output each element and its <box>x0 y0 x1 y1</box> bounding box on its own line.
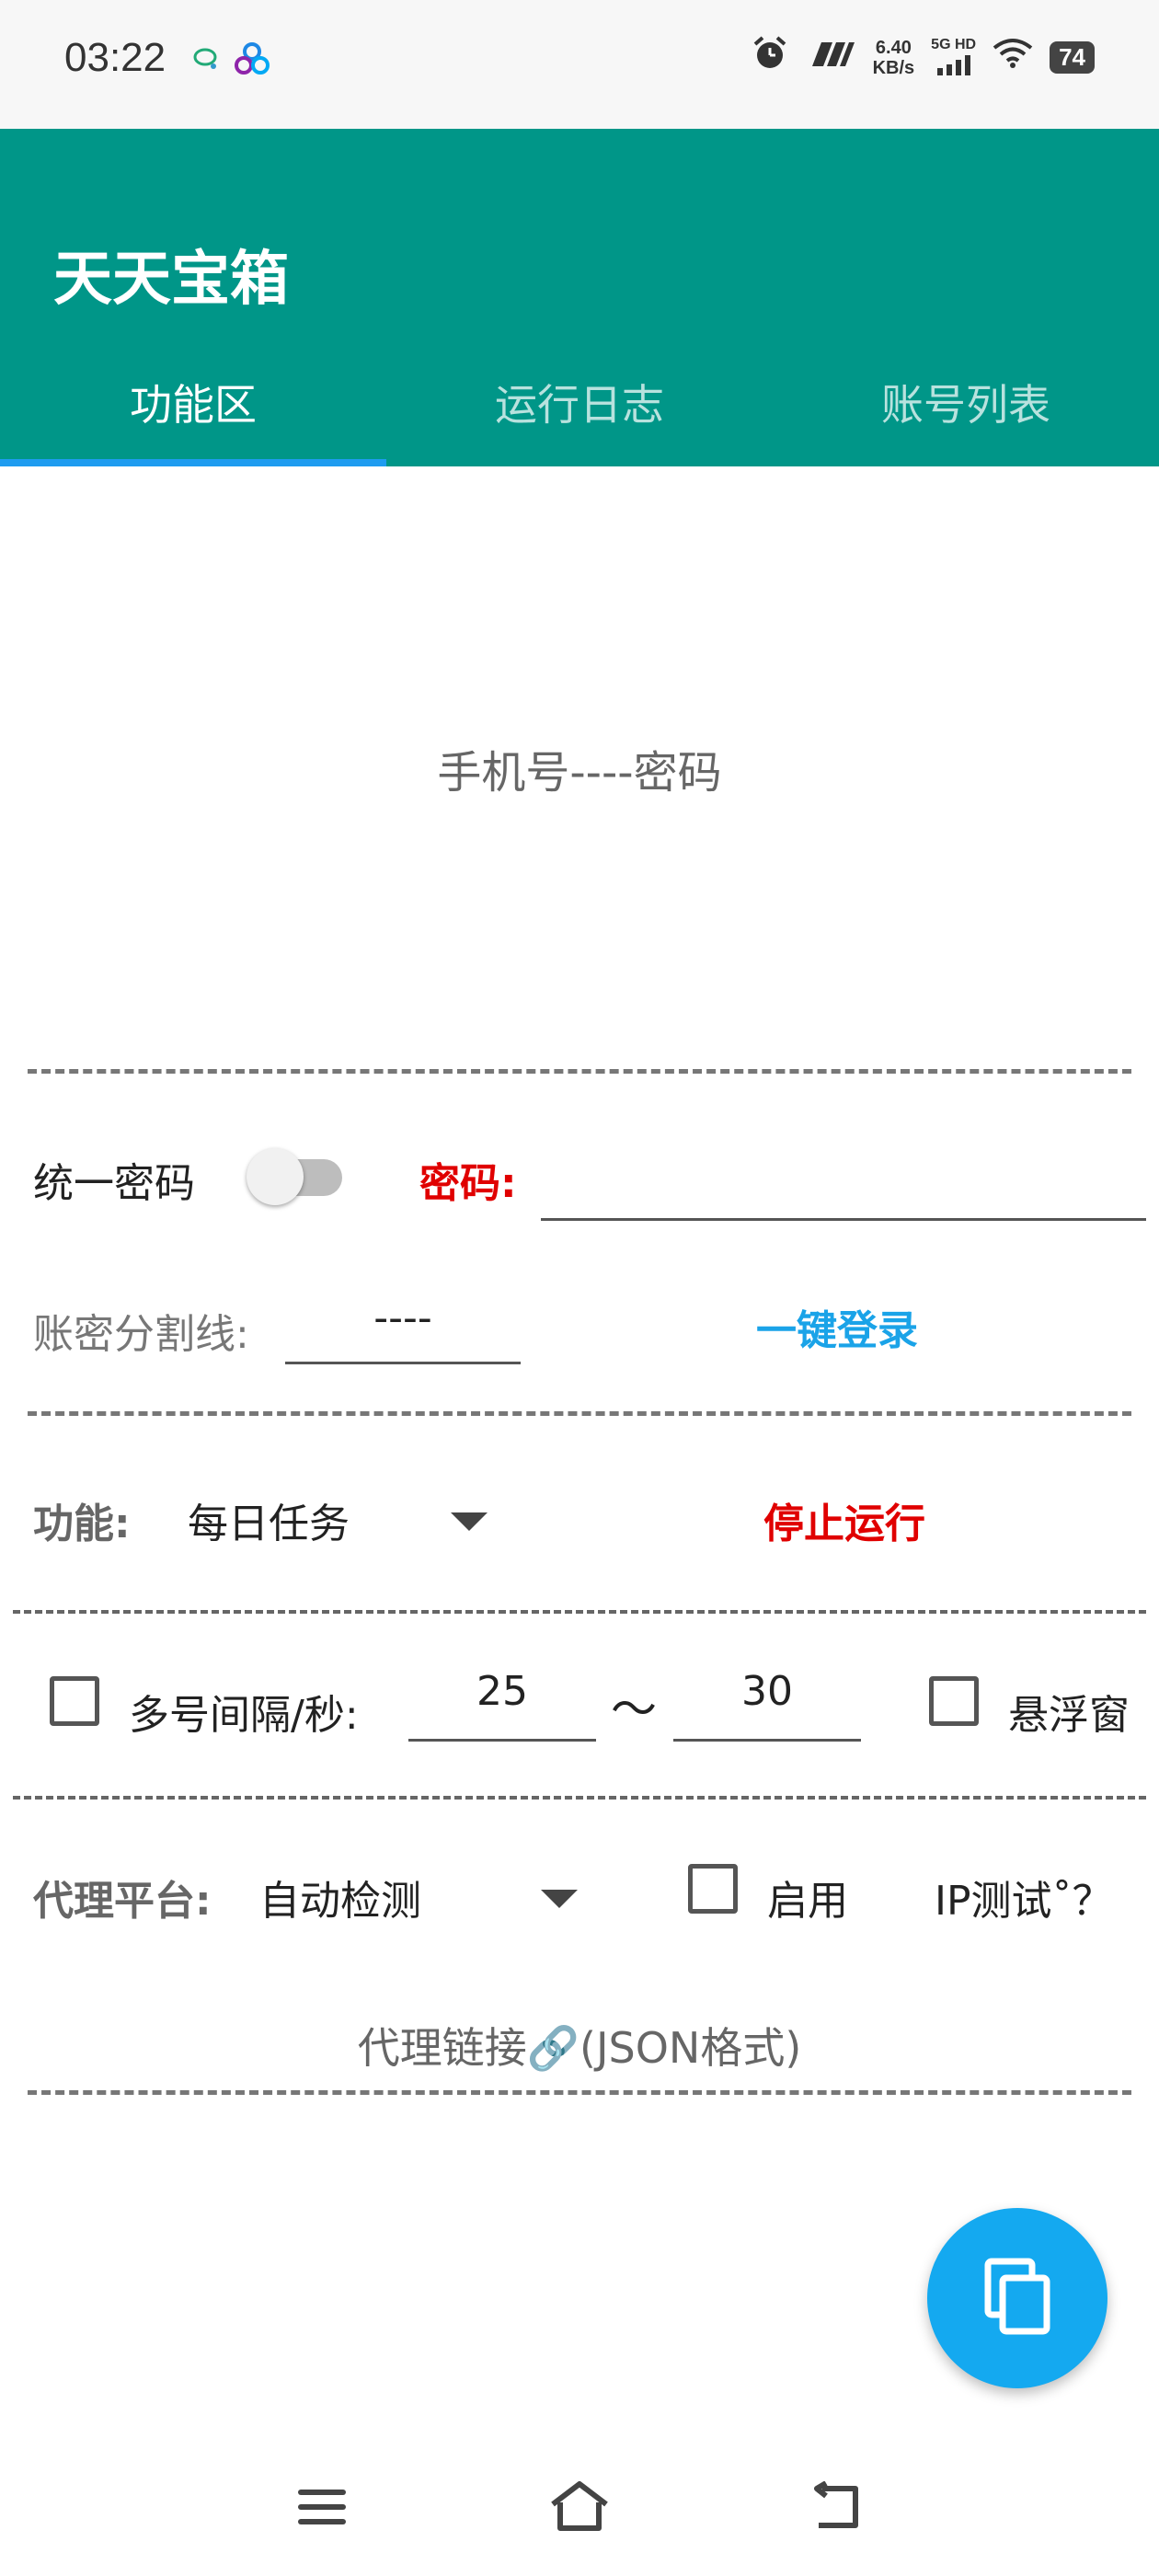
chevron-down-icon <box>451 1512 488 1531</box>
interval-min-input[interactable]: 25 <box>408 1663 596 1742</box>
multi-interval-checkbox[interactable] <box>50 1676 99 1726</box>
divider-2 <box>13 1796 1146 1800</box>
float-window-checkbox[interactable] <box>929 1676 979 1726</box>
interval-tilde: ～ <box>611 1683 657 1736</box>
account-input-placeholder: 手机号----密码 <box>437 747 722 799</box>
system-nav-bar <box>0 2438 1159 2576</box>
app-logo-icon <box>234 42 270 79</box>
signal-label: 5G HD <box>931 37 977 52</box>
unified-password-switch[interactable] <box>247 1148 346 1205</box>
sim-icon <box>805 40 856 76</box>
status-bar: 03:22 6.40 KB/s 5G HD 74 <box>0 0 1159 129</box>
battery-icon: 74 <box>1050 41 1095 74</box>
proxy-enable-checkbox[interactable] <box>688 1864 738 1914</box>
net-speed-value: 6.40 <box>875 37 912 58</box>
password-label: 密码: <box>419 1160 517 1207</box>
chat-bubble-icon <box>191 46 219 75</box>
separator-label: 账密分割线: <box>33 1311 249 1358</box>
separator-input[interactable]: ---- <box>285 1288 521 1364</box>
password-input[interactable] <box>541 1141 1146 1221</box>
net-speed-unit: KB/s <box>872 57 915 78</box>
function-label: 功能: <box>33 1501 131 1547</box>
status-icons: 6.40 KB/s 5G HD 74 <box>752 35 1095 80</box>
one-click-login-button[interactable]: 一键登录 <box>756 1297 918 1356</box>
net-speed: 6.40 KB/s <box>873 38 915 78</box>
account-input-underline <box>28 1069 1131 1074</box>
interval-max-input[interactable]: 30 <box>673 1663 861 1742</box>
proxy-link-placeholder: 代理链接🔗(JSON格式) <box>357 2023 802 2073</box>
proxy-enable-label: 启用 <box>767 1878 848 1925</box>
float-window-label: 悬浮窗 <box>1008 1692 1130 1739</box>
proxy-platform-dropdown[interactable]: 自动检测 <box>248 1849 589 1941</box>
stop-run-button[interactable]: 停止运行 <box>763 1490 925 1549</box>
tab-account-list[interactable]: 账号列表 <box>773 338 1159 466</box>
tab-run-log[interactable]: 运行日志 <box>386 338 773 466</box>
copy-icon <box>981 2258 1054 2339</box>
proxy-platform-label: 代理平台: <box>33 1878 212 1925</box>
tab-bar: 功能区 运行日志 账号列表 <box>0 338 1159 466</box>
status-time: 03:22 <box>64 35 166 80</box>
chevron-down-icon <box>541 1890 578 1908</box>
signal-icon <box>935 55 972 80</box>
multi-interval-label: 多号间隔/秒: <box>129 1692 359 1739</box>
home-icon[interactable] <box>543 2475 616 2539</box>
function-selected: 每日任务 <box>188 1501 350 1547</box>
ip-test-button[interactable]: IP测试˚？ <box>935 1868 1113 1926</box>
proxy-link-underline <box>28 2090 1131 2095</box>
proxy-platform-selected: 自动检测 <box>259 1878 421 1925</box>
back-icon[interactable] <box>800 2475 874 2539</box>
unified-password-label: 统一密码 <box>33 1160 195 1207</box>
tab-functions[interactable]: 功能区 <box>0 338 386 466</box>
app-title: 天天宝箱 <box>53 246 289 314</box>
function-dropdown[interactable]: 每日任务 <box>180 1472 493 1564</box>
divider-1 <box>13 1610 1146 1614</box>
alarm-icon <box>752 35 788 80</box>
app-bar: 天天宝箱 功能区 运行日志 账号列表 <box>0 129 1159 466</box>
switch-thumb <box>247 1148 304 1205</box>
separator-underline <box>28 1411 1131 1416</box>
signal-block: 5G HD <box>931 35 976 80</box>
wifi-icon <box>993 37 1033 78</box>
copy-fab-button[interactable] <box>927 2208 1107 2388</box>
menu-icon[interactable] <box>285 2475 359 2539</box>
